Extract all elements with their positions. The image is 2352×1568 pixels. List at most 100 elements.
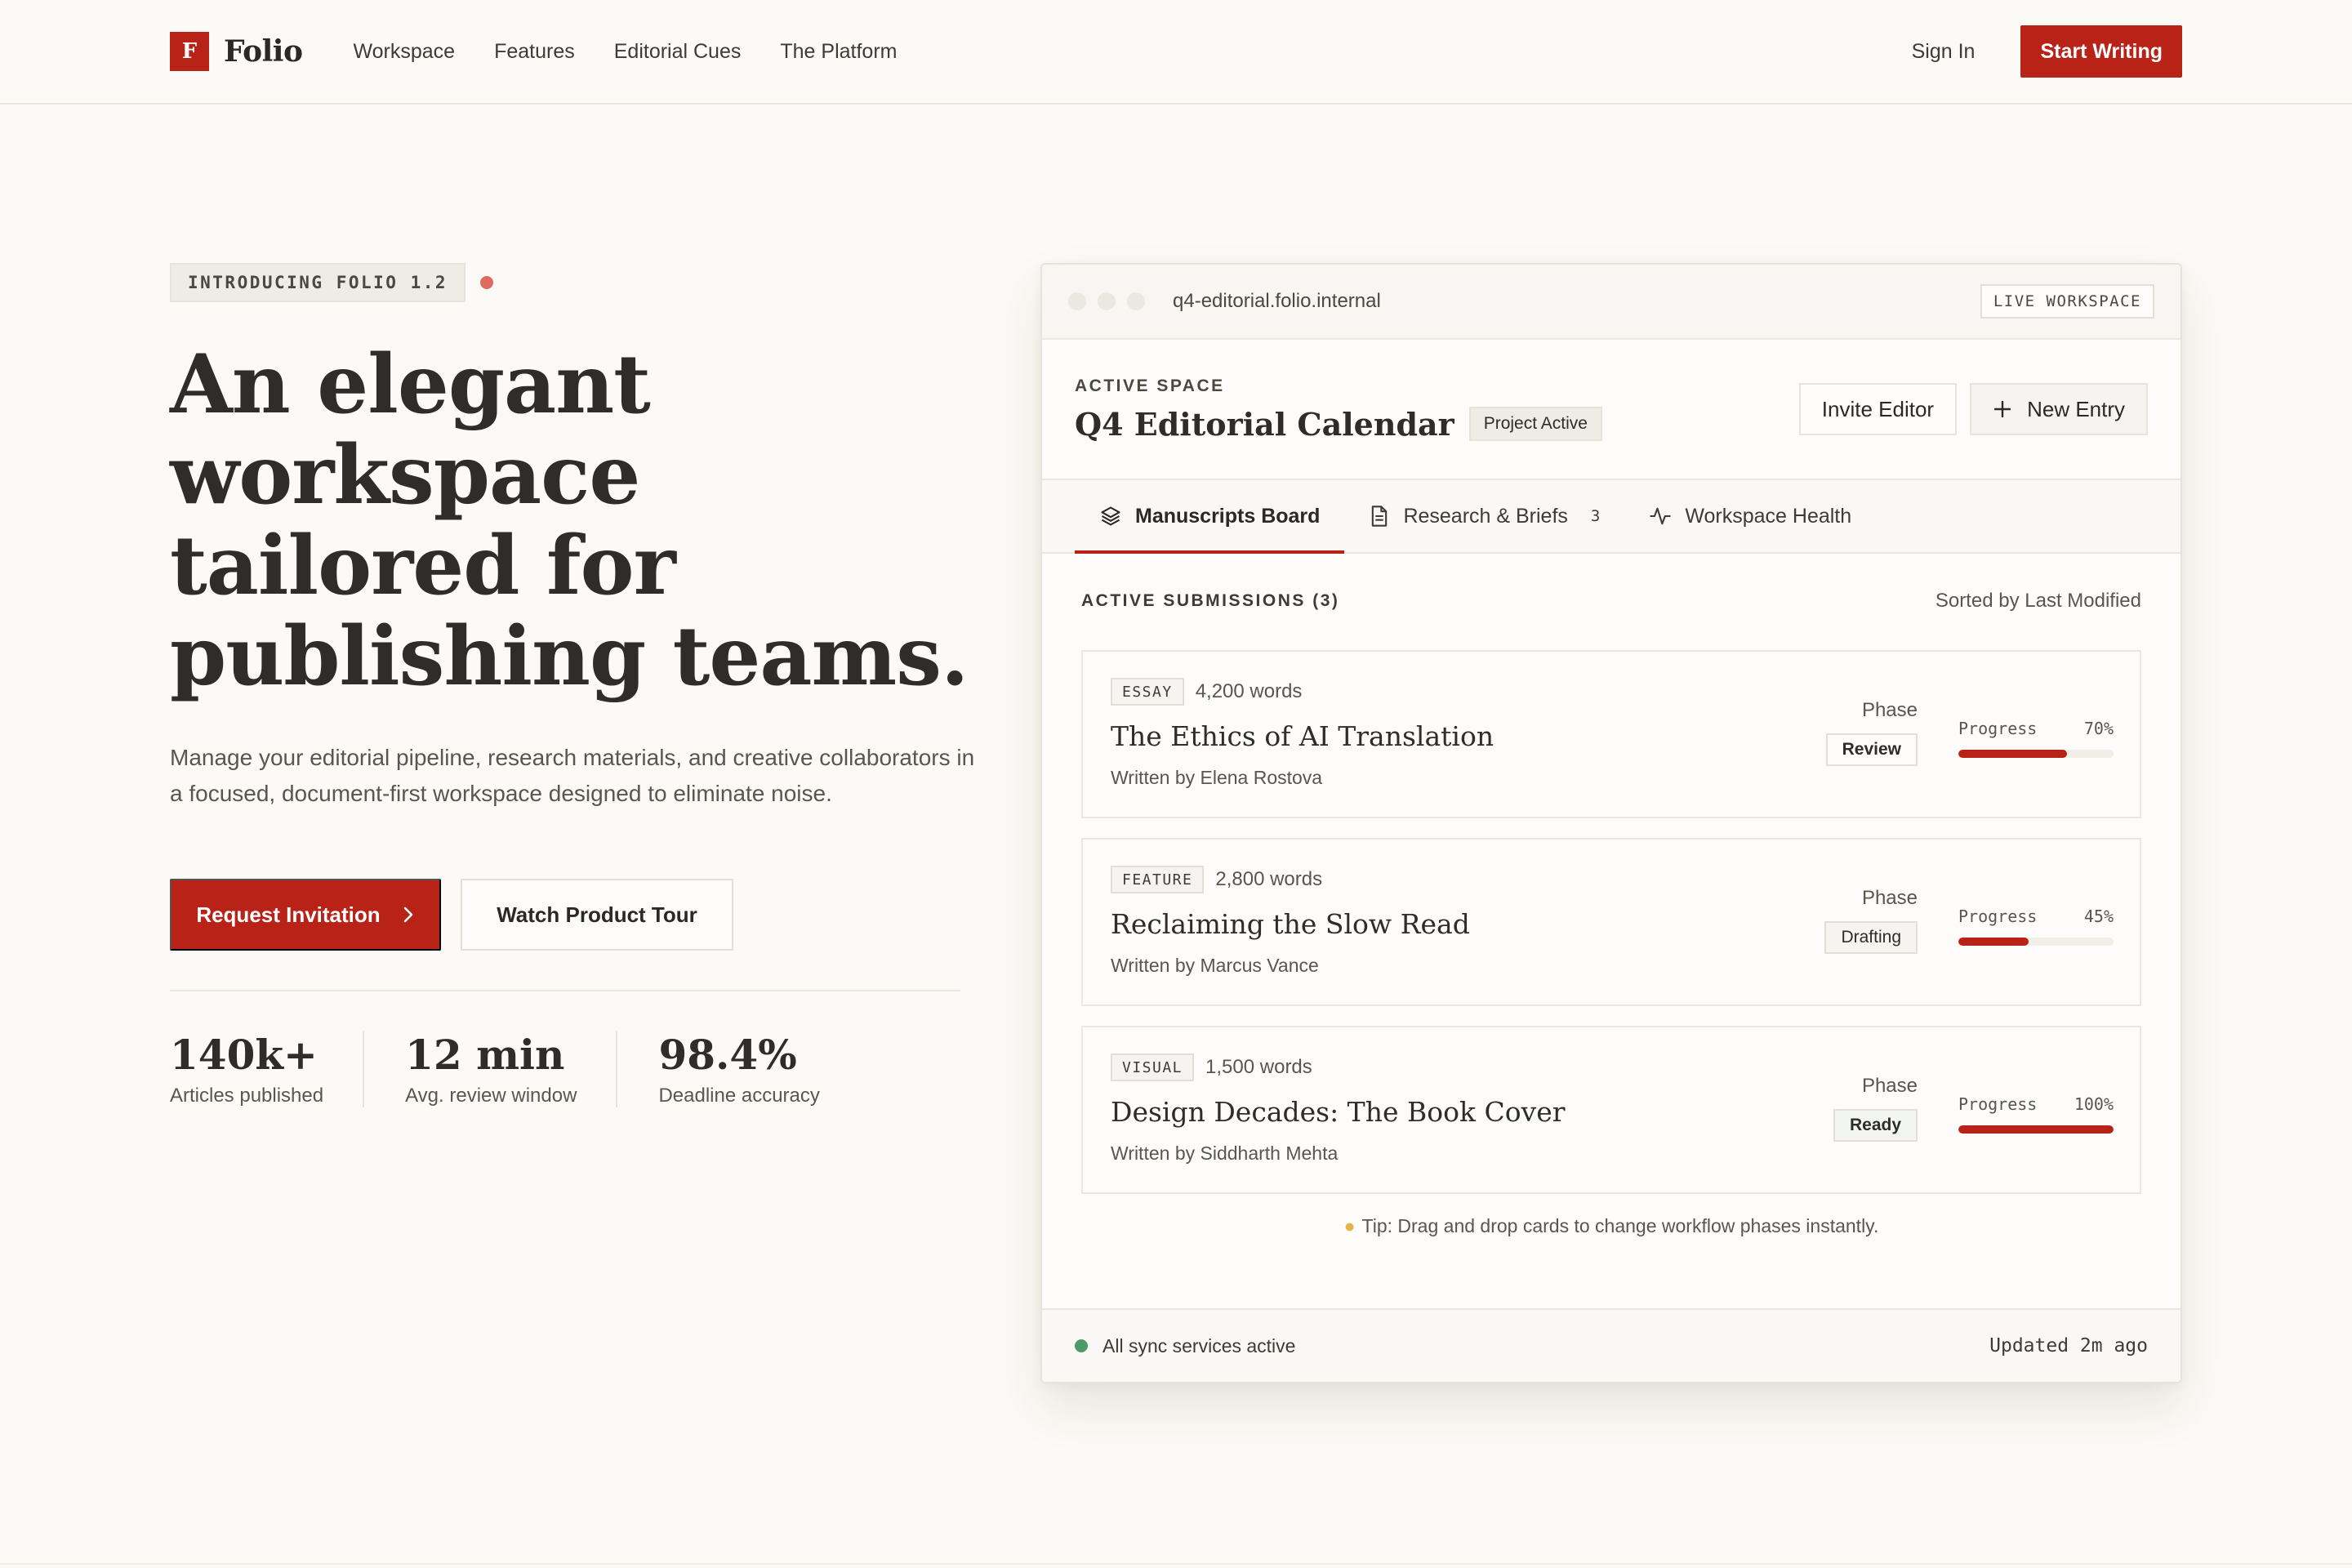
top-nav: F Folio Workspace Features Editorial Cue… bbox=[0, 0, 2352, 105]
progress-value: 45% bbox=[2083, 906, 2114, 926]
workspace-tabs: Manuscripts Board Research & Briefs 3 Wo… bbox=[1042, 480, 2180, 554]
progress-row: Progress 45% bbox=[1958, 906, 2114, 926]
plus-icon bbox=[1993, 399, 2012, 419]
new-entry-label: New Entry bbox=[2027, 396, 2125, 421]
stat-deadline-accuracy: 98.4% Deadline accuracy bbox=[658, 1031, 858, 1107]
progress-row: Progress 100% bbox=[1958, 1094, 2114, 1114]
new-entry-button[interactable]: New Entry bbox=[1970, 383, 2148, 435]
type-tag: ESSAY bbox=[1111, 678, 1184, 706]
stat-value: 140k+ bbox=[170, 1031, 318, 1079]
submissions-list: ACTIVE SUBMISSIONS (3) Sorted by Last Mo… bbox=[1042, 554, 2180, 1237]
phase-label: Phase bbox=[1861, 1075, 1918, 1097]
phase-column: Phase Ready bbox=[1833, 1075, 1918, 1142]
stat-value: 12 min bbox=[405, 1031, 565, 1079]
submission-card[interactable]: FEATURE 2,800 words Reclaiming the Slow … bbox=[1081, 838, 2141, 1006]
sync-status: All sync services active bbox=[1102, 1334, 1296, 1356]
intro-badge: INTRODUCING FOLIO 1.2 bbox=[170, 263, 466, 302]
progress-fill bbox=[1958, 1125, 2114, 1134]
tip-message: Tip: Drag and drop cards to change workf… bbox=[1361, 1215, 1879, 1236]
watch-tour-button[interactable]: Watch Product Tour bbox=[461, 879, 733, 951]
progress-fill bbox=[1958, 938, 2029, 946]
progress-value: 100% bbox=[2074, 1094, 2114, 1114]
tab-label: Workspace Health bbox=[1685, 504, 1852, 528]
window-close-icon[interactable] bbox=[1068, 292, 1086, 310]
progress-column: Progress 45% bbox=[1958, 906, 2114, 946]
sort-label[interactable]: Sorted by Last Modified bbox=[1936, 590, 2141, 612]
tab-count-badge: 3 bbox=[1590, 507, 1601, 525]
logo-text: Folio bbox=[224, 34, 303, 69]
card-meta: ESSAY 4,200 words bbox=[1111, 678, 2112, 706]
progress-row: Progress 70% bbox=[1958, 719, 2114, 738]
sign-in-link[interactable]: Sign In bbox=[1912, 40, 1976, 64]
progress-value: 70% bbox=[2083, 719, 2114, 738]
request-invitation-label: Request Invitation bbox=[196, 902, 381, 927]
nav-actions: Sign In Start Writing bbox=[1912, 25, 2182, 78]
window-maximize-icon[interactable] bbox=[1127, 292, 1145, 310]
tab-manuscripts-board[interactable]: Manuscripts Board bbox=[1075, 480, 1345, 554]
nav-links: Workspace Features Editorial Cues The Pl… bbox=[353, 40, 897, 64]
window-titlebar: q4-editorial.folio.internal LIVE WORKSPA… bbox=[1042, 265, 2180, 340]
phase-badge: Ready bbox=[1833, 1109, 1918, 1142]
card-meta: VISUAL 1,500 words bbox=[1111, 1054, 2112, 1081]
stat-label: Deadline accuracy bbox=[658, 1085, 820, 1107]
invite-editor-button[interactable]: Invite Editor bbox=[1798, 383, 1958, 435]
space-title-row: Q4 Editorial Calendar Project Active bbox=[1075, 406, 1602, 443]
progress-fill bbox=[1958, 750, 2067, 758]
pulse-dot-icon bbox=[480, 276, 494, 289]
progress-track bbox=[1958, 750, 2114, 758]
logo-mark: F bbox=[170, 32, 209, 71]
tab-research-briefs[interactable]: Research & Briefs 3 bbox=[1344, 480, 1624, 552]
page-bottom-divider bbox=[0, 1563, 2352, 1565]
lightbulb-icon: ● bbox=[1343, 1215, 1356, 1236]
tab-label: Manuscripts Board bbox=[1135, 504, 1321, 528]
nav-link-features[interactable]: Features bbox=[494, 40, 575, 64]
space-title: Q4 Editorial Calendar bbox=[1075, 405, 1454, 443]
updated-timestamp: Updated 2m ago bbox=[1989, 1335, 2148, 1356]
word-count: 1,500 words bbox=[1205, 1056, 1312, 1078]
tab-label: Research & Briefs bbox=[1403, 504, 1568, 528]
document-icon bbox=[1369, 505, 1390, 528]
logo[interactable]: F Folio bbox=[170, 32, 303, 71]
submission-card[interactable]: ESSAY 4,200 words The Ethics of AI Trans… bbox=[1081, 650, 2141, 818]
sync-status-icon bbox=[1075, 1339, 1088, 1352]
tab-workspace-health[interactable]: Workspace Health bbox=[1624, 480, 1876, 552]
hero-title: An elegant workspace tailored for publis… bbox=[170, 337, 969, 704]
phase-column: Phase Drafting bbox=[1824, 887, 1918, 954]
phase-label: Phase bbox=[1861, 887, 1918, 909]
nav-link-editorial-cues[interactable]: Editorial Cues bbox=[614, 40, 742, 64]
stat-label: Avg. review window bbox=[405, 1085, 577, 1107]
nav-link-workspace[interactable]: Workspace bbox=[353, 40, 455, 64]
tip-text: ● Tip: Drag and drop cards to change work… bbox=[1081, 1215, 2141, 1237]
phase-badge: Review bbox=[1825, 733, 1918, 766]
stat-review-window: 12 min Avg. review window bbox=[405, 1031, 618, 1107]
progress-column: Progress 70% bbox=[1958, 719, 2114, 758]
progress-label: Progress bbox=[1958, 906, 2038, 926]
card-author: Written by Elena Rostova bbox=[1111, 767, 1323, 788]
hero-divider bbox=[170, 990, 960, 991]
progress-column: Progress 100% bbox=[1958, 1094, 2114, 1134]
list-title: ACTIVE SUBMISSIONS (3) bbox=[1081, 591, 1340, 610]
chevron-right-icon bbox=[402, 906, 415, 924]
intro-badge-row: INTRODUCING FOLIO 1.2 bbox=[170, 263, 494, 302]
start-writing-button[interactable]: Start Writing bbox=[2020, 25, 2182, 78]
stat-articles: 140k+ Articles published bbox=[170, 1031, 365, 1107]
request-invitation-button[interactable]: Request Invitation bbox=[170, 879, 441, 951]
live-workspace-tag: LIVE WORKSPACE bbox=[1980, 284, 2154, 318]
stat-value: 98.4% bbox=[658, 1031, 797, 1079]
progress-track bbox=[1958, 1125, 2114, 1134]
space-header: ACTIVE SPACE Q4 Editorial Calendar Proje… bbox=[1042, 340, 2180, 480]
space-actions: Invite Editor New Entry bbox=[1798, 383, 2148, 435]
phase-badge: Drafting bbox=[1824, 921, 1918, 954]
card-meta: FEATURE 2,800 words bbox=[1111, 866, 2112, 893]
submission-card[interactable]: VISUAL 1,500 words Design Decades: The B… bbox=[1081, 1026, 2141, 1194]
nav-link-platform[interactable]: The Platform bbox=[780, 40, 897, 64]
space-heading: ACTIVE SPACE Q4 Editorial Calendar Proje… bbox=[1075, 376, 1602, 443]
progress-label: Progress bbox=[1958, 1094, 2038, 1114]
layers-icon bbox=[1099, 505, 1122, 528]
project-status-badge: Project Active bbox=[1468, 407, 1602, 441]
window-url: q4-editorial.folio.internal bbox=[1173, 290, 1381, 312]
window-minimize-icon[interactable] bbox=[1098, 292, 1116, 310]
type-tag: FEATURE bbox=[1111, 866, 1205, 893]
hero-cta-row: Request Invitation Watch Product Tour bbox=[170, 879, 733, 951]
space-eyebrow: ACTIVE SPACE bbox=[1075, 376, 1225, 395]
